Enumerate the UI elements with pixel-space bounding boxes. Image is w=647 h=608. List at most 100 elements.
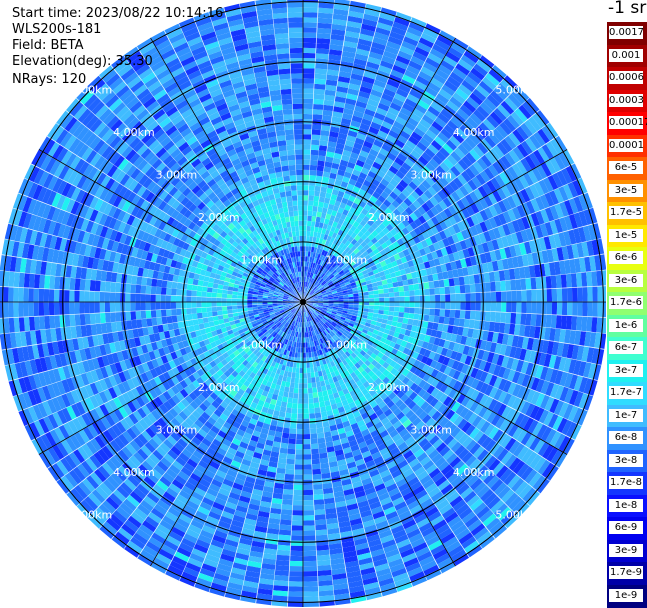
data-gate xyxy=(297,424,304,429)
data-gate xyxy=(299,383,303,388)
data-gate xyxy=(412,320,418,327)
data-gate xyxy=(598,302,603,317)
data-gate xyxy=(379,298,384,302)
data-gate xyxy=(369,306,374,310)
data-gate xyxy=(303,165,310,170)
data-gate xyxy=(455,302,460,310)
data-gate xyxy=(291,413,297,419)
data-gate xyxy=(430,302,435,309)
data-gate xyxy=(286,464,295,470)
data-gate xyxy=(288,597,303,602)
data-gate xyxy=(291,541,303,546)
data-gate xyxy=(298,399,303,404)
data-gate xyxy=(415,302,420,308)
data-gate xyxy=(303,73,315,78)
data-gate xyxy=(303,22,317,28)
data-gate xyxy=(303,424,310,429)
data-gate xyxy=(516,291,521,302)
data-gate xyxy=(465,285,471,294)
data-gate xyxy=(303,393,308,398)
data-gate xyxy=(281,509,292,515)
data-gate xyxy=(316,217,321,223)
data-gate xyxy=(293,495,303,500)
data-gate xyxy=(435,295,440,302)
data-gate xyxy=(394,292,399,297)
data-gate xyxy=(298,343,301,348)
data-gate xyxy=(282,397,288,403)
data-gate xyxy=(445,294,450,302)
data-gate xyxy=(541,315,547,328)
data-gate xyxy=(318,202,324,208)
data-gate xyxy=(592,287,597,302)
data-gate xyxy=(291,531,303,536)
data-gate xyxy=(389,302,394,307)
data-gate xyxy=(315,524,327,530)
data-gate xyxy=(349,299,354,302)
data-gate xyxy=(384,302,389,306)
data-gate xyxy=(315,413,321,419)
data-gate xyxy=(303,2,318,7)
data-gate xyxy=(303,185,309,190)
data-gate xyxy=(303,368,307,373)
data-gate xyxy=(303,160,310,165)
data-gate xyxy=(294,485,304,490)
data-gate xyxy=(316,176,323,182)
data-gate xyxy=(450,310,456,318)
data-gate xyxy=(556,315,562,328)
data-gate xyxy=(557,302,563,315)
data-gate xyxy=(299,378,303,383)
data-gate xyxy=(414,314,420,320)
data-gate xyxy=(303,520,314,525)
data-gate xyxy=(582,302,588,317)
data-gate xyxy=(281,438,289,444)
data-gate xyxy=(313,484,323,490)
data-gate xyxy=(303,155,311,160)
data-gate xyxy=(306,236,310,241)
data-gate xyxy=(369,295,374,299)
data-gate xyxy=(303,170,310,175)
data-gate xyxy=(288,586,303,592)
data-gate xyxy=(303,561,316,566)
data-gate xyxy=(374,306,379,310)
data-gate xyxy=(292,510,303,515)
data-gate xyxy=(486,292,491,302)
data-gate xyxy=(298,348,301,353)
data-gate xyxy=(303,63,315,68)
data-gate xyxy=(315,69,327,75)
data-gate xyxy=(440,287,446,295)
data-gate xyxy=(303,216,307,221)
data-gate xyxy=(388,288,394,293)
data-gate xyxy=(303,363,306,368)
data-gate xyxy=(531,278,537,290)
data-gate xyxy=(297,419,303,424)
data-gate xyxy=(289,566,303,571)
data-gate xyxy=(409,290,415,296)
data-gate xyxy=(303,515,314,520)
data-gate xyxy=(409,308,415,314)
data-gate xyxy=(296,444,304,449)
data-gate xyxy=(297,414,303,419)
data-gate xyxy=(276,555,289,561)
data-gate xyxy=(303,388,308,393)
data-gate xyxy=(284,387,289,393)
data-gate xyxy=(592,302,597,317)
data-gate xyxy=(551,275,557,288)
data-gate xyxy=(455,294,460,302)
data-gate xyxy=(309,408,315,414)
data-gate xyxy=(318,438,326,444)
data-gate xyxy=(308,206,313,212)
data-gate xyxy=(572,302,577,316)
data-gate xyxy=(312,135,321,141)
data-gate xyxy=(525,278,531,290)
data-gate xyxy=(542,302,547,314)
data-gate xyxy=(282,499,293,505)
data-gate xyxy=(303,586,318,591)
data-gate xyxy=(293,398,298,403)
data-gate xyxy=(303,94,314,99)
data-gate xyxy=(526,290,531,302)
data-gate xyxy=(288,439,296,445)
data-gate xyxy=(384,306,389,311)
data-gate xyxy=(303,139,311,144)
data-gate xyxy=(419,289,425,296)
data-gate xyxy=(460,294,465,302)
